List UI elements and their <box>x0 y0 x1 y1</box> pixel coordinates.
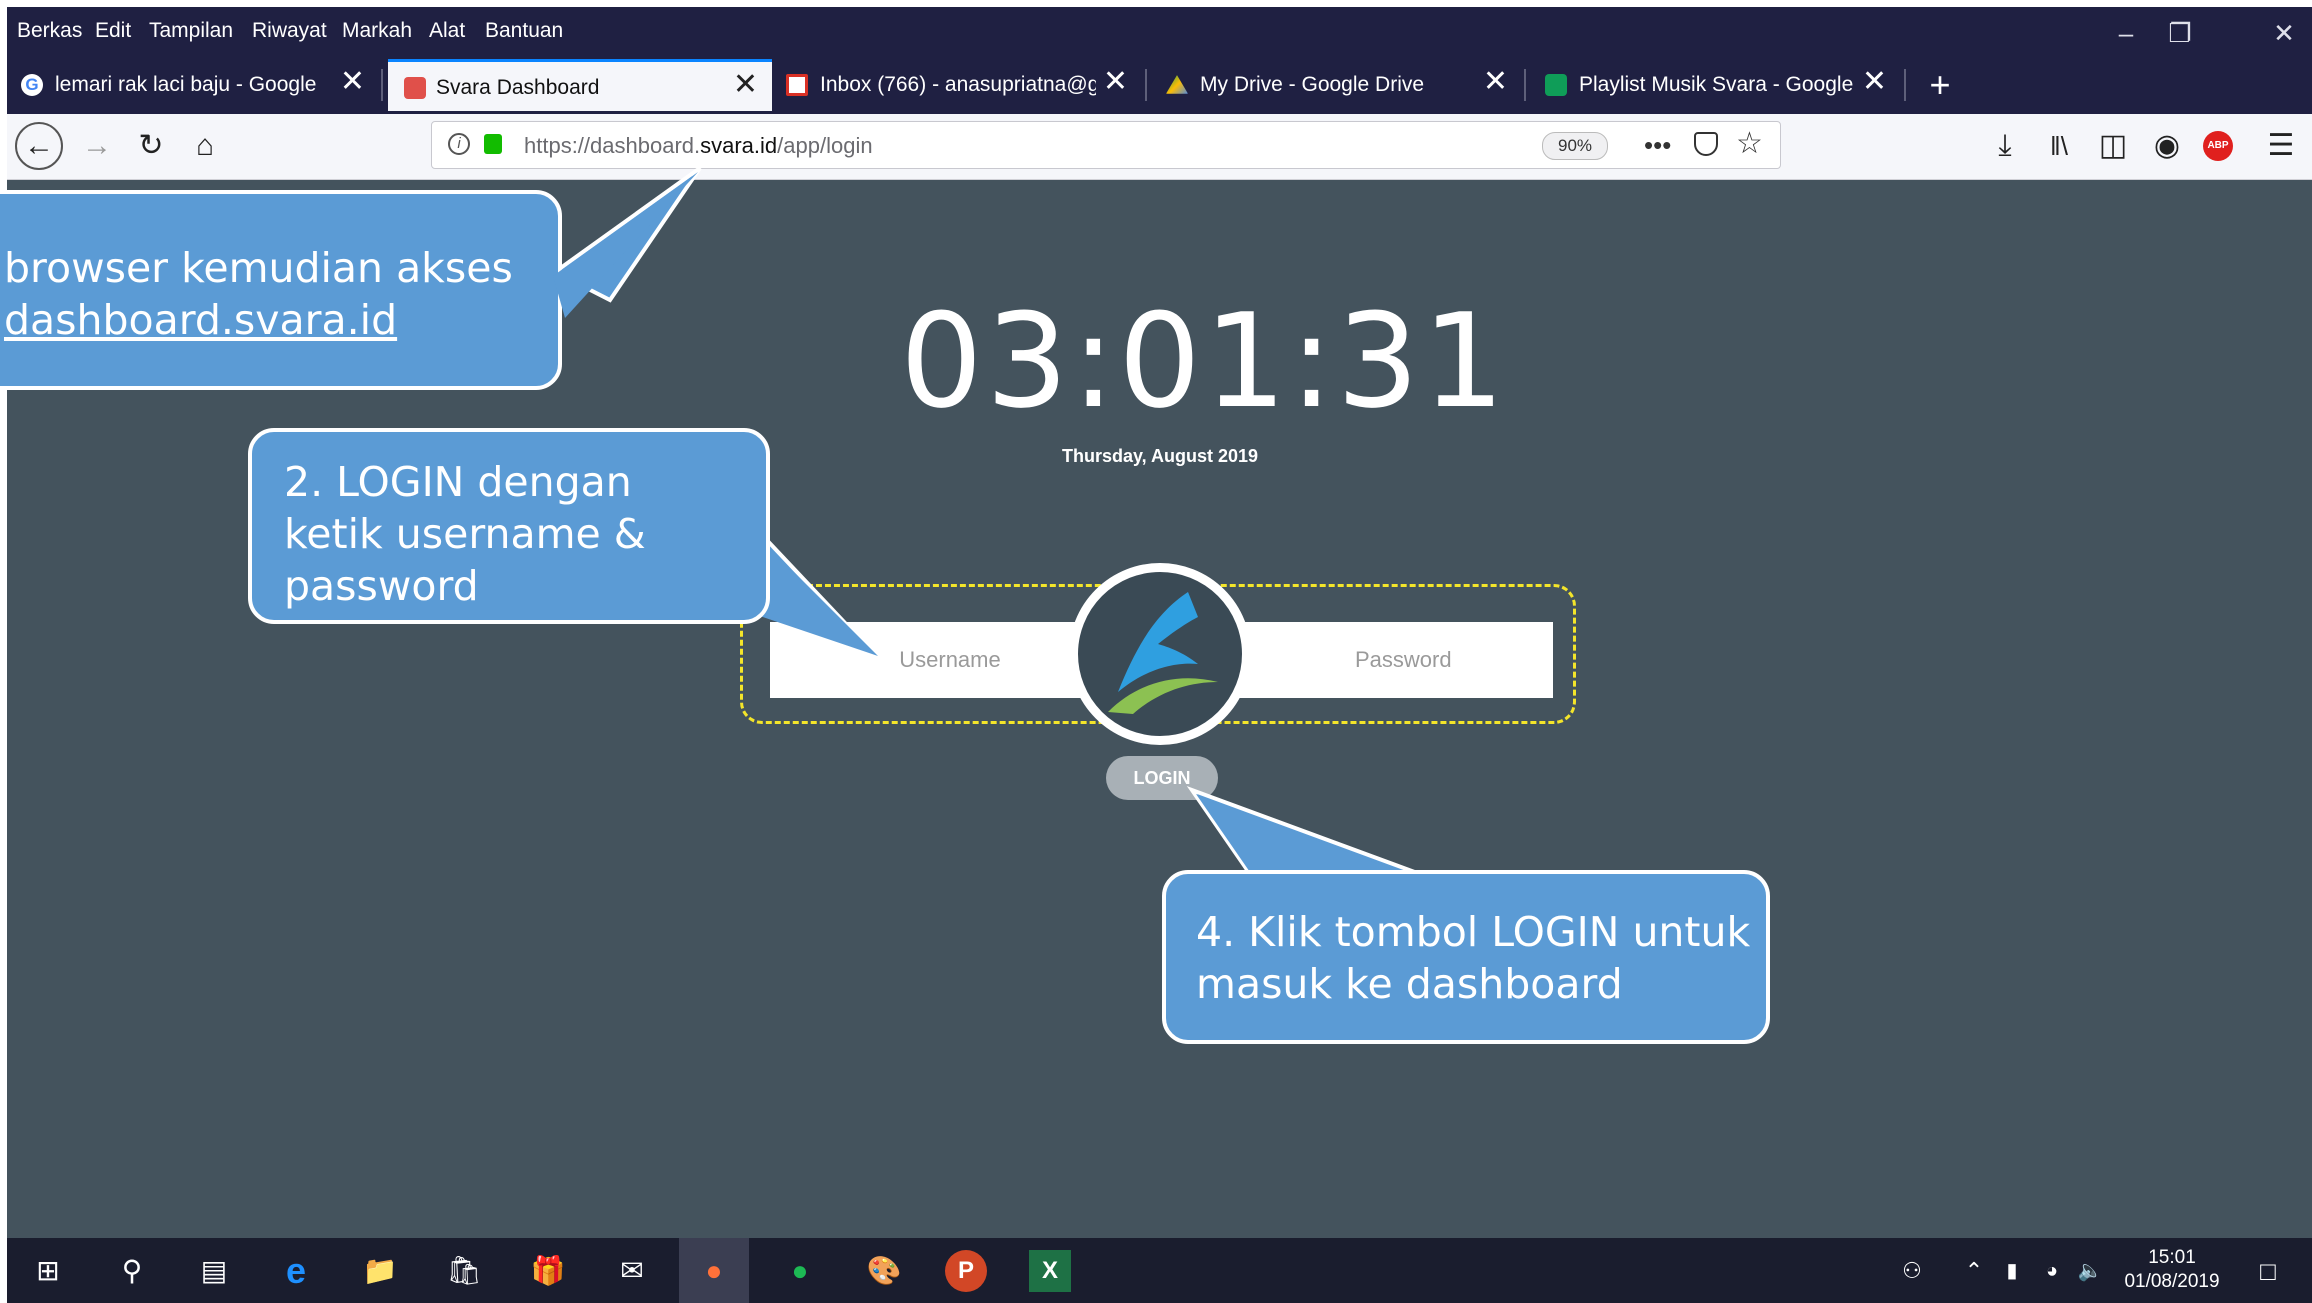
show-hidden-icons-chevron-up-icon[interactable]: ⌃ <box>1953 1250 1995 1292</box>
paint-icon[interactable]: 🎨 <box>863 1250 905 1292</box>
task-view-icon[interactable]: ▤ <box>193 1250 235 1292</box>
search-icon[interactable]: ⚲ <box>111 1250 153 1292</box>
firefox-icon[interactable]: ● <box>679 1238 749 1303</box>
excel-icon[interactable]: X <box>1029 1250 1071 1292</box>
wifi-icon[interactable]: ◕ <box>2031 1250 2073 1292</box>
callout-4-pointer-fill <box>1196 794 1414 878</box>
spotify-icon[interactable]: ● <box>779 1250 821 1292</box>
taskbar: ⊞ ⚲ ▤ e 📁 🛍 🎁 ✉ ● ● 🎨 P X ⚇ ⌃ ▮ ◕ 🔈 15:0… <box>7 1238 2312 1303</box>
callout-2-line-1: 2. LOGIN dengan <box>284 458 632 506</box>
people-icon[interactable]: ⚇ <box>1891 1250 1933 1292</box>
callout-1-pointer-fill <box>553 172 698 318</box>
callout-pointer-fills <box>553 172 1414 878</box>
callout-step-4: 4. Klik tombol LOGIN untuk masuk ke dash… <box>1162 870 1770 1044</box>
volume-icon[interactable]: 🔈 <box>2069 1250 2111 1292</box>
gift-icon[interactable]: 🎁 <box>527 1250 569 1292</box>
clock-tray[interactable]: 15:01 01/08/2019 <box>2117 1246 2227 1294</box>
battery-icon[interactable]: ▮ <box>1991 1250 2033 1292</box>
windows-start-icon[interactable]: ⊞ <box>27 1250 69 1292</box>
notifications-icon[interactable]: □ <box>2247 1250 2289 1292</box>
callout-2-line-3: password <box>284 562 479 610</box>
file-explorer-icon[interactable]: 📁 <box>359 1250 401 1292</box>
edge-icon[interactable]: e <box>275 1250 317 1292</box>
mail-icon[interactable]: ✉ <box>611 1250 653 1292</box>
store-icon[interactable]: 🛍 <box>443 1250 485 1292</box>
callout-4-line-2: masuk ke dashboard <box>1196 960 1623 1008</box>
powerpoint-icon[interactable]: P <box>945 1250 987 1292</box>
callout-4-line-1: 4. Klik tombol LOGIN untuk <box>1196 908 1751 956</box>
tray-date: 01/08/2019 <box>2124 1271 2220 1292</box>
callout-2-line-2: ketik username & <box>284 510 646 558</box>
callout-step-2: 2. LOGIN dengan ketik username & passwor… <box>248 428 770 624</box>
tray-time: 15:01 <box>2148 1247 2196 1268</box>
